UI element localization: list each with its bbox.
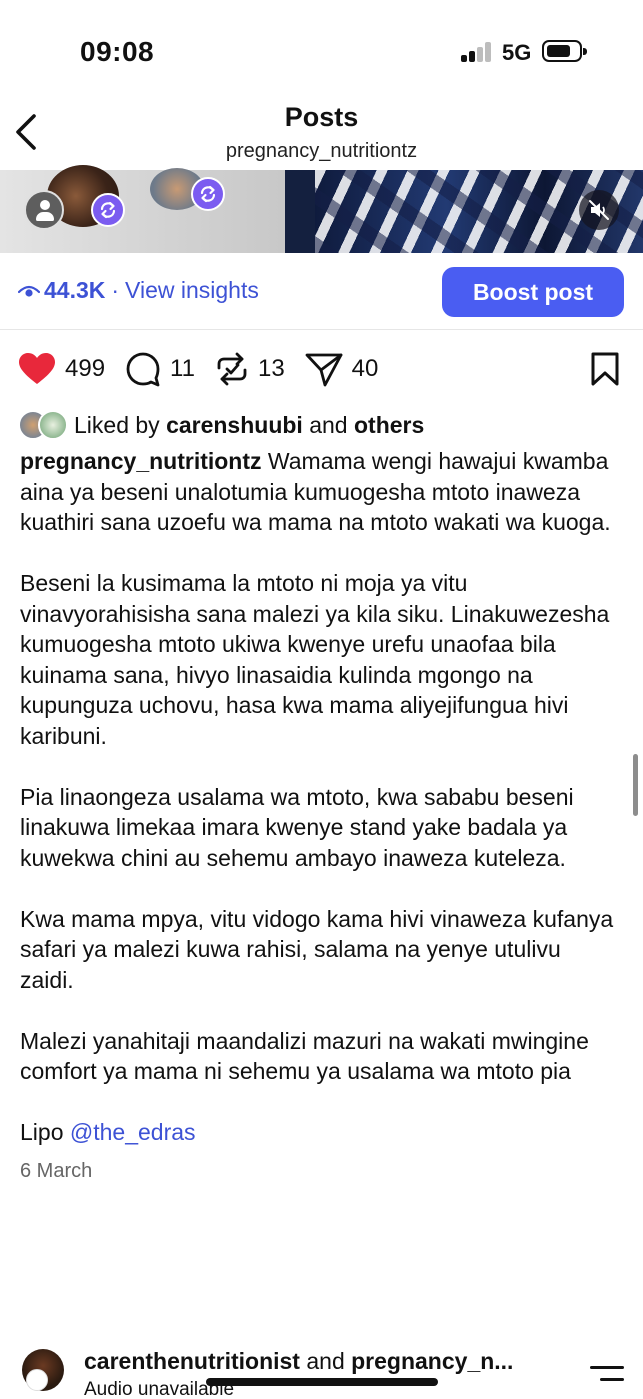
view-insights-label: View insights (125, 277, 259, 303)
lipo-prefix: Lipo (20, 1119, 64, 1145)
comment-count: 11 (170, 355, 195, 382)
send-icon (305, 353, 343, 387)
repost-badge-2 (191, 177, 225, 211)
heart-filled-icon (19, 353, 55, 384)
like-count: 499 (65, 355, 106, 382)
status-bar: 09:08 5G (0, 0, 643, 100)
home-indicator[interactable] (206, 1378, 438, 1386)
avatar-placeholder[interactable] (24, 190, 64, 230)
caption-paragraph-4: Kwa mama mpya, vitu vidogo kama hivi vin… (20, 905, 614, 993)
comment-icon (126, 352, 160, 387)
bookmark-icon (591, 352, 619, 386)
liked-by-prefix: Liked by (74, 411, 160, 438)
share-button[interactable]: 40 (305, 351, 379, 387)
repost-badge (91, 193, 125, 227)
next-post-user-2[interactable]: pregnancy_n... (351, 1348, 513, 1374)
caption-paragraph-2: Beseni la kusimama la mtoto ni moja ya v… (20, 570, 610, 749)
caption-author[interactable]: pregnancy_nutritiontz (20, 448, 262, 474)
caption-lipo: Lipo @the_edras (20, 1117, 620, 1148)
repost-button[interactable]: 13 (215, 351, 285, 387)
next-post-user-1[interactable]: carenthenutritionist (84, 1348, 300, 1374)
repost-count: 13 (257, 355, 285, 382)
next-post-authors[interactable]: carenthenutritionist and pregnancy_n... (84, 1348, 564, 1375)
comment-button[interactable]: 11 (125, 351, 195, 387)
like-button[interactable]: 499 (18, 352, 105, 386)
caption-paragraph-1: pregnancy_nutritiontz Wamama wengi hawaj… (20, 446, 620, 538)
next-post-and: and (306, 1348, 345, 1374)
page-username[interactable]: pregnancy_nutritiontz (0, 140, 643, 163)
mention-link[interactable]: @the_edras (70, 1119, 196, 1145)
save-button[interactable] (590, 351, 620, 387)
views-count: 44.3K (44, 277, 106, 303)
liked-by-others[interactable]: others (354, 412, 424, 438)
post-date: 6 March (20, 1159, 93, 1182)
post-caption: pregnancy_nutritiontz Wamama wengi hawaj… (20, 446, 620, 1186)
page-title: Posts (284, 102, 359, 132)
signal-icon (461, 42, 493, 62)
insights-link[interactable]: 44.3K · View insights (18, 277, 259, 304)
liker-avatar-2 (38, 410, 68, 440)
mute-button[interactable] (579, 190, 619, 230)
eye-icon (18, 285, 40, 297)
repost-icon (100, 201, 116, 219)
repost-icon (217, 352, 247, 386)
separator: · (111, 277, 120, 303)
liked-by-user[interactable]: carenshuubi (166, 412, 303, 438)
battery-icon (542, 40, 587, 62)
network-label: 5G (502, 40, 532, 65)
scrollbar[interactable] (633, 754, 638, 816)
next-post-avatar[interactable] (22, 1349, 64, 1391)
menu-icon[interactable] (590, 1364, 624, 1384)
status-time: 09:08 (80, 36, 155, 67)
post-actions: 499 11 13 40 (18, 349, 398, 389)
liked-by-text: Liked by carenshuubi and others (74, 412, 424, 439)
repost-icon (200, 185, 216, 203)
share-count: 40 (351, 355, 379, 382)
liked-by[interactable]: Liked by carenshuubi and others (18, 410, 424, 440)
speaker-muted-icon (589, 200, 609, 220)
liked-by-and: and (309, 411, 348, 438)
caption-paragraph-3: Pia linaongeza usalama wa mtoto, kwa sab… (20, 783, 574, 871)
boost-post-button[interactable]: Boost post (442, 267, 624, 317)
caption-paragraph-5: Malezi yanahitaji maandalizi mazuri na w… (20, 1027, 589, 1085)
divider (0, 329, 643, 330)
